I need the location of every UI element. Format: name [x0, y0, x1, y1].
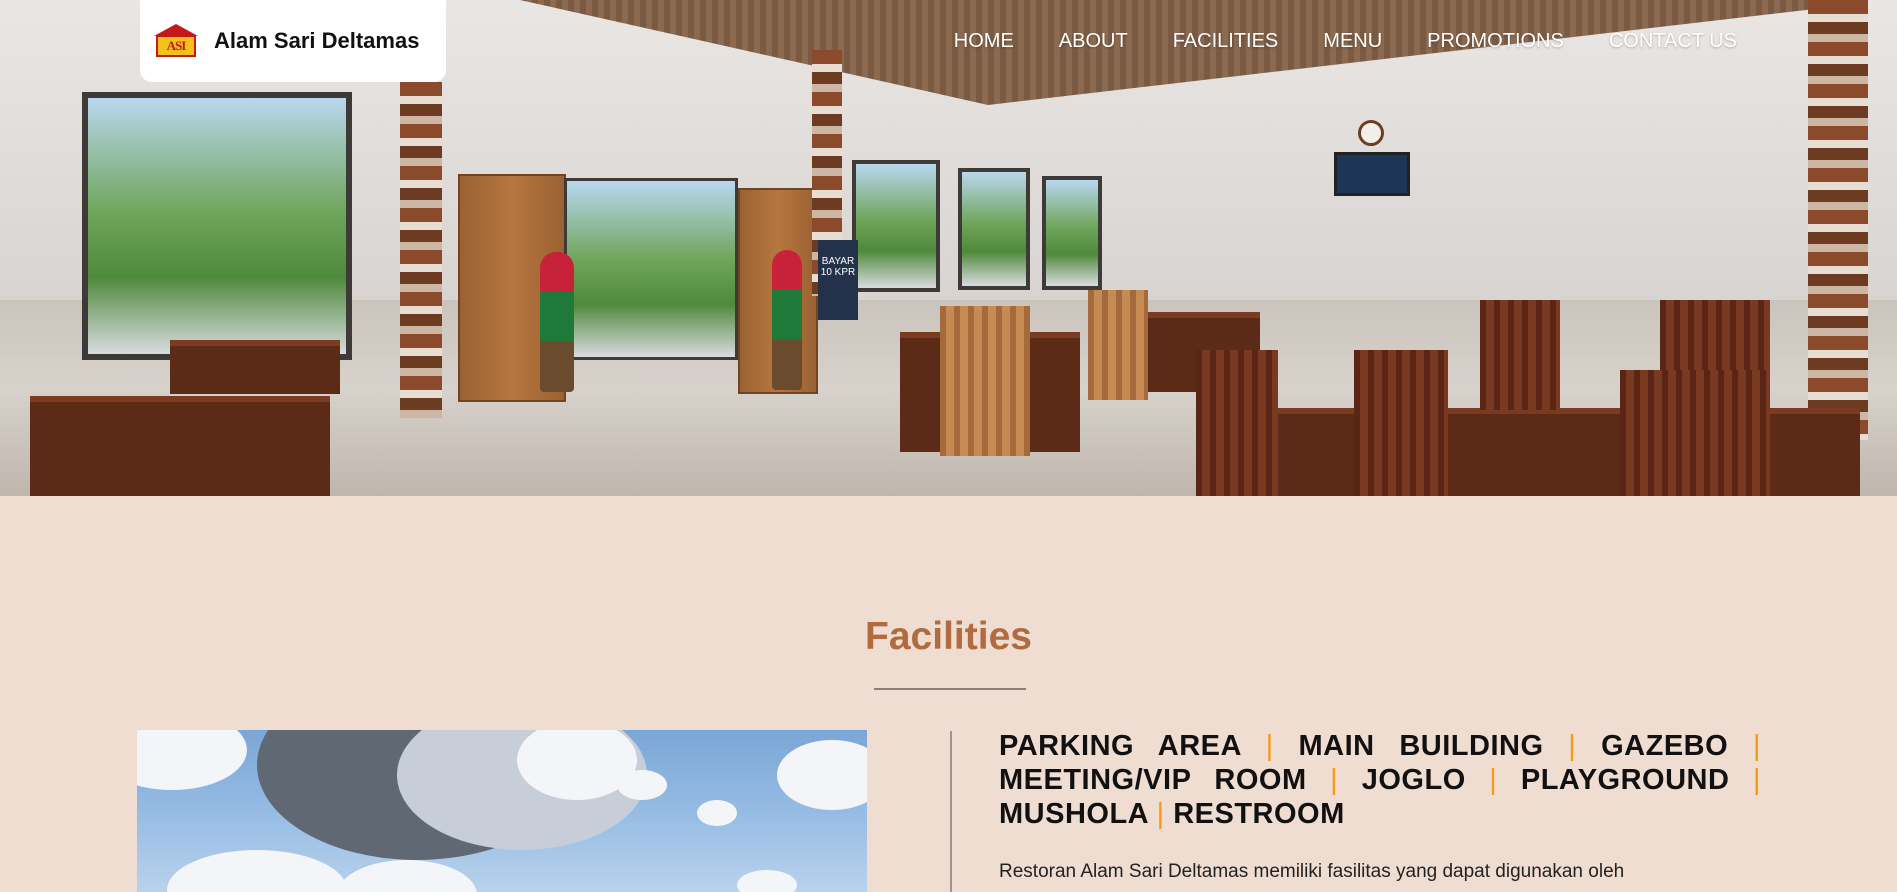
content-divider	[950, 731, 952, 892]
photo-cloud	[167, 850, 347, 892]
section-title: Facilities	[865, 615, 1032, 658]
facility-item: JOGLO	[1361, 764, 1466, 796]
facility-item: MUSHOLA	[999, 798, 1149, 830]
hero-chair	[1480, 300, 1560, 410]
hero-doorway	[564, 178, 738, 360]
brand-logo-icon: ASI	[152, 22, 200, 60]
facility-item: PLAYGROUND	[1520, 764, 1730, 796]
photo-cloud	[777, 740, 867, 810]
title-divider	[874, 688, 1026, 690]
facility-separator: |	[1568, 730, 1577, 762]
hero-brick-pillar	[1808, 0, 1868, 440]
hero-window	[958, 168, 1030, 290]
hero-standee: BAYAR 10 KPR	[818, 240, 858, 320]
logo-body-shape: ASI	[156, 35, 196, 57]
logo-mark-text: ASI	[166, 38, 187, 53]
hero-table	[30, 396, 330, 496]
nav-contact-us[interactable]: CONTACT US	[1609, 30, 1737, 53]
facility-item: GAZEBO	[1601, 730, 1729, 762]
hero-window-left	[82, 92, 352, 360]
facility-item: MAIN BUILDING	[1298, 730, 1544, 762]
main-nav: HOME ABOUT FACILITIES MENU PROMOTIONS CO…	[954, 30, 1737, 53]
facilities-list: PARKING AREA | MAIN BUILDING | GAZEBO | …	[999, 729, 1761, 831]
facility-item: PARKING AREA	[999, 730, 1241, 762]
facility-item: MEETING/VIP ROOM	[999, 764, 1307, 796]
hero-staff-person	[540, 252, 574, 392]
photo-cloud	[337, 860, 477, 892]
brand-logo-link[interactable]: ASI Alam Sari Deltamas	[140, 0, 446, 82]
nav-facilities[interactable]: FACILITIES	[1173, 30, 1279, 53]
facility-separator: |	[1752, 730, 1762, 762]
hero-chair	[1660, 300, 1770, 370]
hero-window	[1042, 176, 1102, 290]
facility-separator: |	[1330, 764, 1339, 796]
facility-separator: |	[1489, 764, 1498, 796]
photo-cloud	[617, 770, 667, 800]
hero-chair	[1354, 350, 1448, 496]
hero-chair	[940, 306, 1030, 456]
facility-separator: |	[1156, 798, 1165, 830]
facility-item: RESTROOM	[1173, 798, 1345, 830]
hero-chair	[1620, 370, 1770, 496]
brand-name: Alam Sari Deltamas	[214, 28, 420, 53]
nav-promotions[interactable]: PROMOTIONS	[1427, 30, 1564, 53]
photo-cloud	[697, 800, 737, 826]
facilities-description: Restoran Alam Sari Deltamas memiliki fas…	[999, 861, 1625, 882]
hero-chair	[1196, 350, 1278, 496]
wall-clock	[1358, 120, 1384, 146]
facility-separator: |	[1265, 730, 1274, 762]
hero-brick-pillar	[400, 82, 442, 418]
nav-about[interactable]: ABOUT	[1059, 30, 1128, 53]
wall-tv	[1334, 152, 1410, 196]
photo-cloud	[737, 870, 797, 892]
nav-menu[interactable]: MENU	[1323, 30, 1382, 53]
hero-table	[170, 340, 340, 394]
hero-window	[852, 160, 940, 292]
nav-home[interactable]: HOME	[954, 30, 1014, 53]
photo-cloud	[137, 730, 247, 790]
facilities-photo	[137, 730, 867, 892]
hero-staff-person	[772, 250, 802, 390]
facility-separator: |	[1752, 764, 1762, 796]
hero-chair	[1088, 290, 1148, 400]
